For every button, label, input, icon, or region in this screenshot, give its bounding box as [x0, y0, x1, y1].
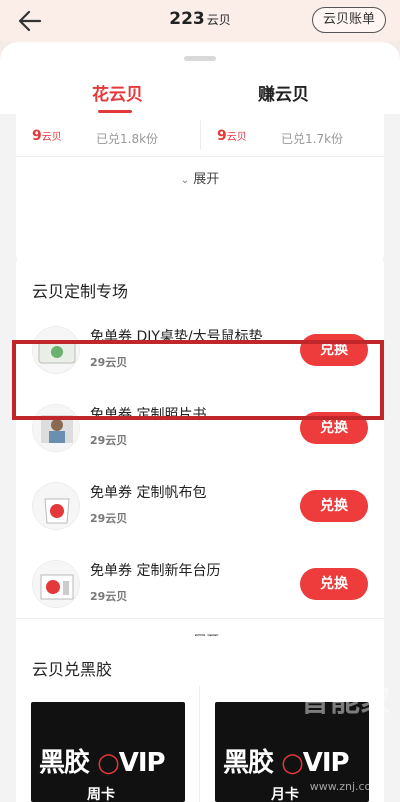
product-cell[interactable]: 9云贝 已兑1.7k份 [200, 120, 384, 150]
product-price: 9云贝 [217, 128, 247, 144]
vinyl-logo: 黑胶 ○VIP [223, 748, 350, 778]
product-sold-count: 已兑1.8k份 [96, 132, 159, 146]
divider [16, 156, 384, 157]
canvas-bag-icon [32, 482, 80, 530]
top-products-card: 9云贝 已兑1.8k份 9云贝 已兑1.7k份 ⌄ 展开 [16, 114, 384, 262]
divider [16, 618, 384, 619]
vinyl-subtitle: 周卡 [87, 787, 115, 802]
item-name: 免单券 定制新年台历 [90, 563, 221, 579]
calendar-icon [32, 560, 80, 608]
yunbei-count: 223 [169, 9, 205, 29]
chevron-down-icon: ⌄ [180, 175, 190, 186]
product-sold-count: 已兑1.7k份 [281, 132, 344, 146]
yunbei-unit: 云贝 [206, 13, 231, 27]
vinyl-logo: 黑胶 ○VIP [39, 748, 166, 778]
watermark: 智能家 [300, 684, 390, 719]
drag-handle[interactable] [184, 56, 216, 61]
item-name: 免单券 定制帆布包 [90, 485, 207, 501]
custom-section-card: 云贝定制专场 免单券 DIY桌垫/大号鼠标垫 29云贝 兑换 免单券 定制照片书… [16, 256, 384, 664]
sheet-header: 花云贝 赚云贝 [0, 42, 400, 114]
item-price: 29云贝 [90, 434, 128, 447]
item-price: 29云贝 [90, 590, 128, 603]
tab-spend-yunbei[interactable]: 花云贝 [92, 80, 143, 105]
highlight-box [12, 340, 384, 420]
vinyl-card[interactable]: 黑胶 ○VIP 周卡 [31, 702, 185, 802]
product-price: 9云贝 [32, 128, 62, 144]
section-title: 云贝定制专场 [32, 282, 129, 301]
list-item[interactable]: 免单券 定制帆布包 29云贝 兑换 [16, 476, 384, 552]
active-tab-indicator [98, 110, 132, 113]
expand-button[interactable]: ⌄展开 [16, 168, 384, 187]
tab-earn-yunbei[interactable]: 赚云贝 [258, 80, 309, 105]
top-bar: 223 云贝 云贝账单 [0, 0, 400, 42]
divider [199, 686, 200, 802]
redeem-button[interactable]: 兑换 [300, 568, 368, 600]
vinyl-subtitle: 月卡 [271, 787, 299, 802]
product-cell[interactable]: 9云贝 已兑1.8k份 [16, 120, 200, 150]
redeem-button[interactable]: 兑换 [300, 490, 368, 522]
section-title: 云贝兑黑胶 [32, 660, 113, 679]
item-price: 29云贝 [90, 512, 128, 525]
partial-product-row: 9云贝 已兑1.8k份 9云贝 已兑1.7k份 [16, 114, 384, 150]
watermark-url: www.znj.com [309, 780, 382, 793]
ledger-button[interactable]: 云贝账单 [311, 7, 386, 33]
